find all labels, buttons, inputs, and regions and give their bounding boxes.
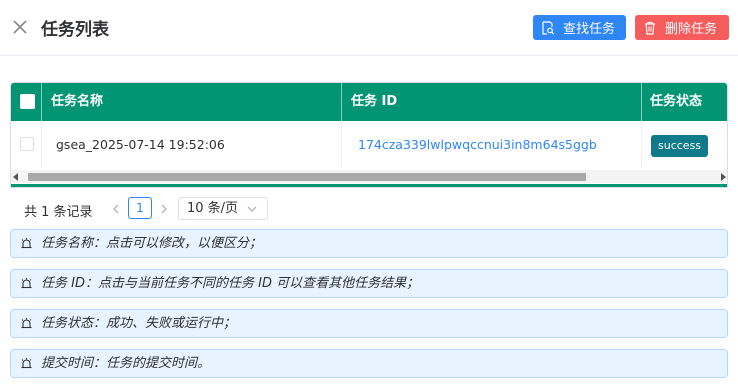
- row-checkbox[interactable]: [20, 137, 34, 151]
- search-task-button[interactable]: 查找任务: [533, 15, 626, 40]
- page-size-select[interactable]: 10 条/页: [178, 197, 268, 220]
- search-file-icon: [542, 20, 555, 35]
- table-row[interactable]: gsea_2025-07-14 19:52:06 174cza339lwlpwq…: [11, 121, 727, 168]
- page-title: 任务列表: [41, 20, 109, 40]
- horizontal-scrollbar[interactable]: [11, 170, 727, 183]
- column-header-status[interactable]: 任务状态: [642, 83, 727, 121]
- scroll-right-arrow-icon[interactable]: [721, 173, 726, 181]
- close-icon[interactable]: [10, 17, 30, 37]
- task-status-cell: success: [642, 121, 727, 168]
- column-header-id[interactable]: 任务 ID: [342, 83, 642, 121]
- column-header-name[interactable]: 任务名称: [42, 83, 342, 121]
- chevron-down-icon: [247, 206, 257, 212]
- trash-icon: [645, 21, 655, 35]
- scrollbar-thumb[interactable]: [28, 173, 586, 181]
- search-task-label: 查找任务: [563, 22, 616, 37]
- tip-text: 任务名称：点击可以修改，以便区分；: [41, 236, 263, 251]
- next-page-icon[interactable]: [158, 203, 170, 215]
- task-table: 任务名称 任务 ID 任务状态 gsea_2025-07-14 19:52:06…: [10, 82, 728, 188]
- alarm-bell-icon: [21, 358, 32, 369]
- task-name-cell[interactable]: gsea_2025-07-14 19:52:06: [42, 121, 342, 168]
- tip-task-id: 任务 ID：点击与当前任务不同的任务 ID 可以查看其他任务结果；: [10, 269, 728, 298]
- delete-task-label: 删除任务: [665, 22, 718, 37]
- page-number-button[interactable]: 1: [128, 197, 152, 219]
- tip-text: 提交时间：任务的提交时间。: [41, 356, 211, 371]
- prev-page-icon[interactable]: [110, 203, 122, 215]
- status-badge: success: [651, 134, 709, 157]
- alarm-bell-icon: [21, 318, 32, 329]
- row-check-cell: [11, 121, 42, 168]
- table-bottom-border: [11, 184, 727, 187]
- delete-task-button[interactable]: 删除任务: [635, 15, 729, 40]
- tip-submit-time: 提交时间：任务的提交时间。: [10, 349, 728, 378]
- tip-text: 任务 ID：点击与当前任务不同的任务 ID 可以查看其他任务结果；: [41, 276, 420, 291]
- task-id-link[interactable]: 174cza339lwlpwqccnui3in8m64s5ggb: [342, 121, 642, 168]
- tip-text: 任务状态：成功、失败或运行中；: [41, 316, 237, 331]
- alarm-bell-icon: [21, 278, 32, 289]
- table-header: 任务名称 任务 ID 任务状态: [11, 83, 727, 121]
- scroll-left-arrow-icon[interactable]: [13, 173, 18, 181]
- total-records: 共 1 条记录: [24, 205, 93, 220]
- page-size-value: 10 条/页: [187, 201, 239, 216]
- header-check-cell: [11, 83, 42, 121]
- alarm-bell-icon: [21, 238, 32, 249]
- select-all-checkbox[interactable]: [20, 94, 35, 109]
- tip-task-name: 任务名称：点击可以修改，以便区分；: [10, 229, 728, 258]
- tip-task-status: 任务状态：成功、失败或运行中；: [10, 309, 728, 338]
- dialog-header: 任务列表 查找任务 删除任务: [0, 0, 738, 56]
